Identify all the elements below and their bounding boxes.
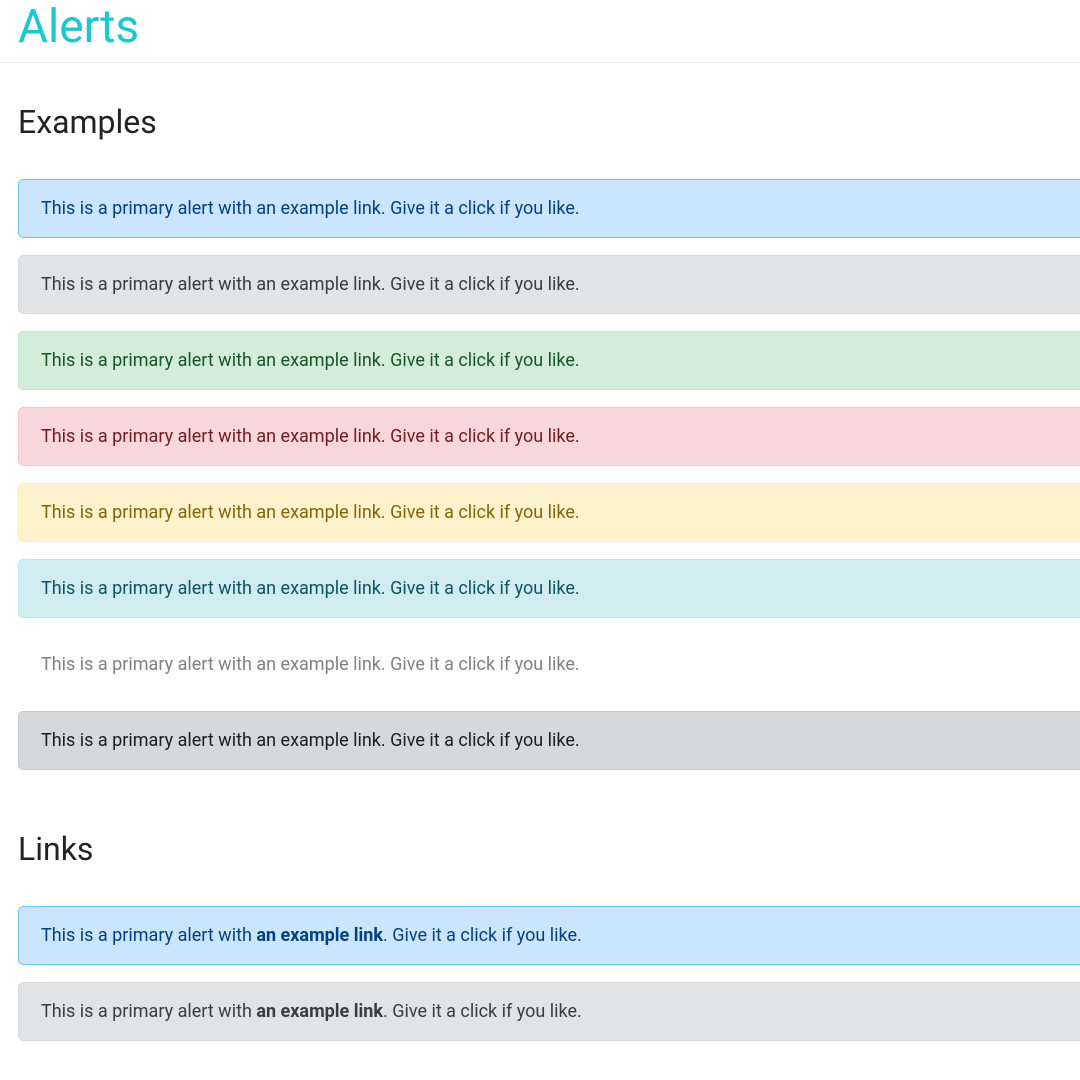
alert-warning: This is a primary alert with an example …: [18, 483, 1080, 542]
page-title: Alerts: [0, 0, 1080, 63]
alert-text: This is a primary alert with an example …: [41, 198, 580, 219]
alert-prefix: This is a primary alert with: [41, 925, 256, 946]
alert-example-link[interactable]: an example link: [256, 1001, 383, 1022]
alert-success: This is a primary alert with an example …: [18, 331, 1080, 390]
alert-secondary: This is a primary alert with an example …: [18, 255, 1080, 314]
alert-suffix: . Give it a click if you like.: [383, 925, 582, 946]
alert-text: This is a primary alert with an example …: [41, 730, 580, 751]
alert-info: This is a primary alert with an example …: [18, 559, 1080, 618]
examples-heading: Examples: [0, 103, 1080, 141]
alert-text: This is a primary alert with an example …: [41, 502, 580, 523]
alert-suffix: . Give it a click if you like.: [383, 1001, 582, 1022]
alert-prefix: This is a primary alert with: [41, 1001, 256, 1022]
alert-link-secondary: This is a primary alert with an example …: [18, 982, 1080, 1041]
links-heading: Links: [0, 830, 1080, 868]
alert-dark: This is a primary alert with an example …: [18, 711, 1080, 770]
alert-primary: This is a primary alert with an example …: [18, 179, 1080, 238]
alert-link-primary: This is a primary alert with an example …: [18, 906, 1080, 965]
alert-text: This is a primary alert with an example …: [41, 654, 580, 675]
alert-danger: This is a primary alert with an example …: [18, 407, 1080, 466]
alert-example-link[interactable]: an example link: [256, 925, 383, 946]
alert-text: This is a primary alert with an example …: [41, 578, 580, 599]
alert-text: This is a primary alert with an example …: [41, 426, 580, 447]
alert-light: This is a primary alert with an example …: [18, 635, 1080, 694]
alert-text: This is a primary alert with an example …: [41, 350, 580, 371]
alert-text: This is a primary alert with an example …: [41, 274, 580, 295]
